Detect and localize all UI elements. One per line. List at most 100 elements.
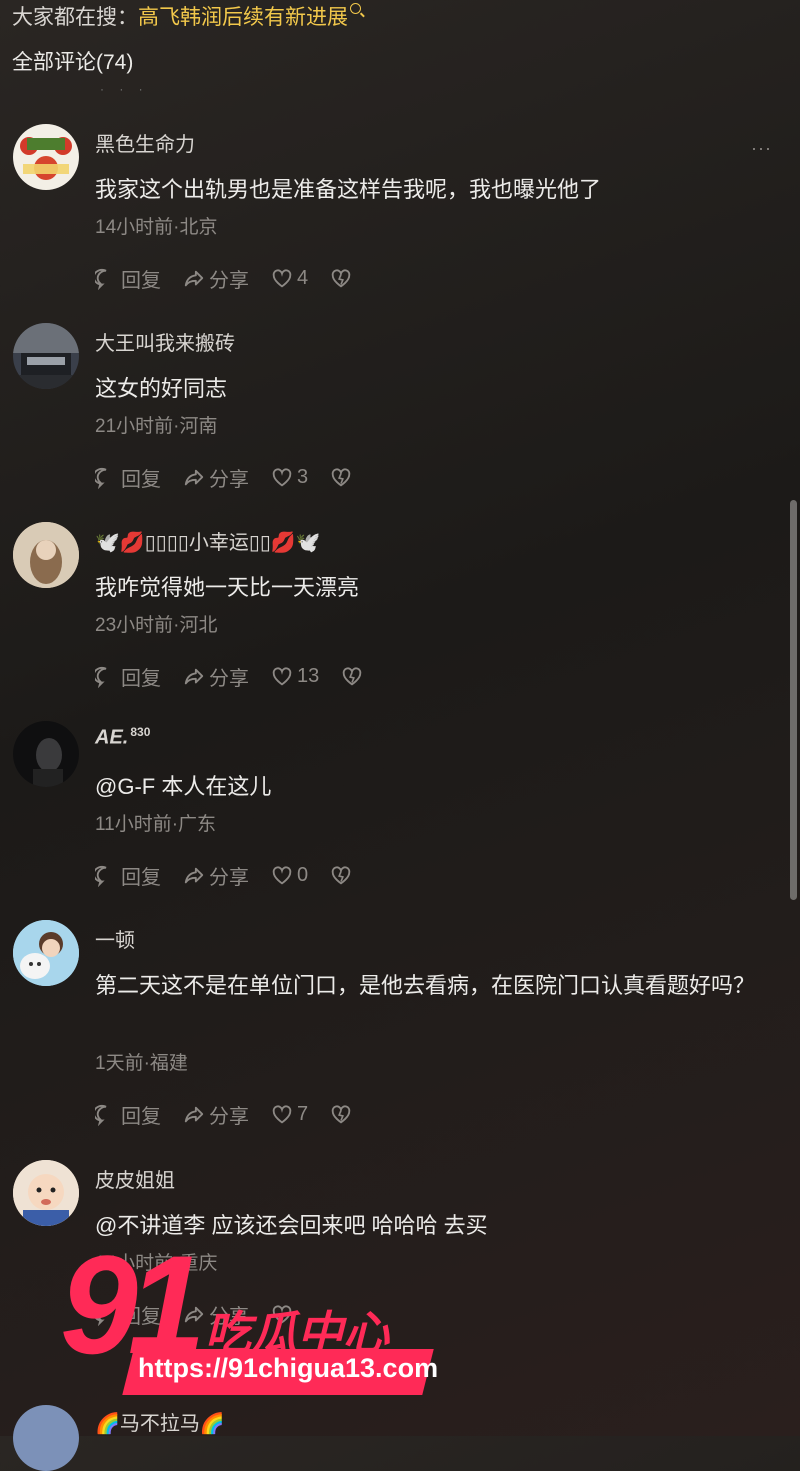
- share-button[interactable]: 分享: [183, 861, 249, 890]
- scrollbar[interactable]: [790, 500, 797, 900]
- share-button[interactable]: 分享: [183, 662, 249, 691]
- dislike-button[interactable]: [330, 467, 356, 489]
- dislike-icon: [331, 865, 351, 884]
- share-button[interactable]: 分享: [183, 264, 249, 293]
- like-icon: [272, 467, 292, 486]
- reply-button[interactable]: 回复: [95, 264, 161, 293]
- comment-actions: 回复 分享 13: [95, 662, 367, 691]
- username-sup: 830: [130, 725, 151, 739]
- dislike-icon: [331, 268, 351, 287]
- hot-search-label: 大家都在搜：: [12, 6, 138, 29]
- watermark-url: https://91chigua13.com: [138, 1353, 439, 1383]
- like-count: 13: [297, 665, 320, 687]
- comment-actions: 回复 分享 0: [95, 861, 356, 890]
- comment-meta: 1天前·福建: [95, 1053, 188, 1074]
- share-label: 分享: [209, 1106, 249, 1128]
- share-button[interactable]: 分享: [183, 463, 249, 492]
- avatar[interactable]: [13, 124, 79, 190]
- avatar[interactable]: [13, 1405, 79, 1471]
- reply-icon: [95, 268, 107, 290]
- like-button[interactable]: 0: [271, 864, 308, 887]
- reply-button[interactable]: 回复: [95, 861, 161, 890]
- share-icon: [184, 469, 204, 485]
- comment-item: 一顿 第二天这不是在单位门口，是他去看病，在医院门口认真看题好吗？ 1天前·福建…: [0, 920, 800, 1150]
- comment-item: AE. 830 @G-F 本人在这儿 11小时前·广东 回复 分享 0: [0, 721, 800, 911]
- share-button[interactable]: 分享: [183, 1100, 249, 1129]
- username[interactable]: 一顿: [95, 924, 135, 953]
- share-label: 分享: [209, 867, 249, 889]
- like-icon: [272, 1104, 292, 1123]
- reply-label: 回复: [121, 270, 161, 292]
- comment-actions: 回复 分享 7: [95, 1100, 356, 1129]
- dislike-button[interactable]: [341, 666, 367, 688]
- share-label: 分享: [209, 270, 249, 292]
- avatar[interactable]: [13, 721, 79, 787]
- reply-button[interactable]: 回复: [95, 662, 161, 691]
- more-icon[interactable]: ···: [751, 139, 772, 157]
- like-button[interactable]: 13: [271, 665, 319, 688]
- comment-actions: 回复 分享 3: [95, 463, 356, 492]
- dislike-icon: [331, 1104, 351, 1123]
- avatar[interactable]: [13, 920, 79, 986]
- reply-icon: [95, 467, 107, 489]
- comment-count-title: 全部评论(74): [12, 51, 134, 74]
- comment-text: 我家这个出轨男也是准备这样告我呢，我也曝光他了: [95, 177, 602, 202]
- dislike-button[interactable]: [330, 268, 356, 290]
- username[interactable]: 大王叫我来搬砖: [95, 327, 235, 356]
- reply-icon: [95, 865, 107, 887]
- comment-item: 大王叫我来搬砖 这女的好同志 21小时前·河南 回复 分享 3: [0, 323, 800, 513]
- comment-meta: 11小时前·广东: [95, 814, 217, 835]
- share-icon: [184, 867, 204, 883]
- username[interactable]: 皮皮姐姐: [95, 1164, 175, 1193]
- avatar[interactable]: [13, 323, 79, 389]
- comment-item: 黑色生命力 ··· 我家这个出轨男也是准备这样告我呢，我也曝光他了 14小时前·…: [0, 124, 800, 314]
- share-label: 分享: [209, 668, 249, 690]
- reply-button[interactable]: 回复: [95, 1100, 161, 1129]
- comment-text: 这女的好同志: [95, 376, 228, 401]
- comment-text: 我咋觉得她一天比一天漂亮: [95, 575, 360, 600]
- username[interactable]: 🕊️💋▯▯▯▯小幸运▯▯💋🕊️: [95, 526, 321, 555]
- dislike-button[interactable]: [330, 865, 356, 887]
- like-icon: [272, 865, 292, 884]
- comment-meta: 14小时前·北京: [95, 217, 218, 238]
- username[interactable]: AE. 830: [95, 725, 150, 750]
- reply-button[interactable]: 回复: [95, 463, 161, 492]
- reply-label: 回复: [121, 469, 161, 491]
- like-count: 7: [297, 1103, 309, 1125]
- comment-actions: 回复 分享 4: [95, 264, 356, 293]
- hot-search-bar[interactable]: 大家都在搜：高飞韩润后续有新进展: [12, 3, 361, 32]
- like-icon: [272, 666, 292, 685]
- comment-item: 🕊️💋▯▯▯▯小幸运▯▯💋🕊️ 我咋觉得她一天比一天漂亮 23小时前·河北 回复…: [0, 522, 800, 712]
- comment-meta: 23小时前·河北: [95, 615, 218, 636]
- like-button[interactable]: 3: [271, 466, 308, 489]
- watermark-logo: 91 吃瓜中心 https://91chigua13.com: [60, 1235, 480, 1405]
- reply-icon: [95, 666, 107, 688]
- like-count: 4: [297, 267, 309, 289]
- share-icon: [184, 1106, 204, 1122]
- share-label: 分享: [209, 469, 249, 491]
- like-count: 3: [297, 466, 309, 488]
- like-button[interactable]: 4: [271, 267, 308, 290]
- comment-text: @G-F 本人在这儿: [95, 774, 272, 799]
- dislike-icon: [342, 666, 362, 685]
- share-icon: [184, 668, 204, 684]
- reply-label: 回复: [121, 1106, 161, 1128]
- username[interactable]: 🌈马不拉马🌈: [95, 1407, 225, 1436]
- like-button[interactable]: 7: [271, 1103, 308, 1126]
- reply-icon: [95, 1104, 107, 1126]
- dislike-icon: [331, 467, 351, 486]
- username[interactable]: 黑色生命力: [95, 128, 195, 157]
- avatar[interactable]: [13, 522, 79, 588]
- reply-label: 回复: [121, 668, 161, 690]
- reply-label: 回复: [121, 867, 161, 889]
- hot-search-topic[interactable]: 高飞韩润后续有新进展: [138, 6, 348, 29]
- avatar[interactable]: [13, 1160, 79, 1226]
- comment-meta: 21小时前·河南: [95, 416, 218, 437]
- dislike-button[interactable]: [330, 1104, 356, 1126]
- loading-dots: · · ·: [100, 82, 149, 96]
- comment-text: 第二天这不是在单位门口，是他去看病，在医院门口认真看题好吗？: [95, 973, 756, 998]
- username-text: AE.: [95, 726, 129, 749]
- search-icon[interactable]: [350, 3, 361, 14]
- like-icon: [272, 268, 292, 287]
- like-count: 0: [297, 864, 309, 886]
